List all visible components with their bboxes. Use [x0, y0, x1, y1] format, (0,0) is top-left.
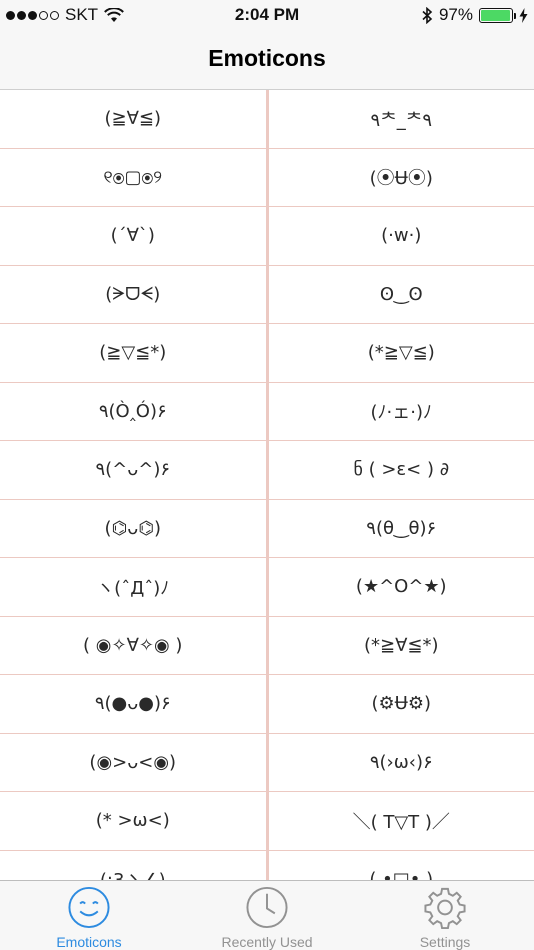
emoticon-cell[interactable]: ( •□• )	[269, 851, 534, 880]
clock-icon	[246, 886, 288, 929]
emoticon-row: ୧⦿▢⦿୨ (⦿Ʉ⦿)	[0, 148, 534, 207]
page-title: Emoticons	[208, 45, 326, 71]
emoticon-cell[interactable]: (⚙Ʉ⚙)	[269, 675, 534, 733]
emoticon-row: (⌬ᴗ⌬) ٩(θ‿θ)۶	[0, 499, 534, 558]
emoticon-row: (ᗒᗜᗕ) ʘ‿ʘ	[0, 265, 534, 324]
navigation-bar: Emoticons	[0, 30, 534, 90]
emoticon-row: (:3ゝ∠)( •□• )	[0, 850, 534, 880]
emoticon-grid: (≧∀≦) ٩ᄎ_ᄎ٩ ୧⦿▢⦿୨ (⦿Ʉ⦿) (´∀`) (·w·) (ᗒᗜᗕ) ʘ‿ʘ (≧…	[0, 90, 534, 880]
emoticon-cell[interactable]: (:3ゝ∠)	[0, 850, 269, 880]
emoticon-cell[interactable]: ٩(θ‿θ)۶	[269, 500, 534, 558]
emoticon-row: (* >ω<) ＼( T▽T )／	[0, 792, 534, 851]
emoticon-cell[interactable]: ٩(Ò‸Ó)۶	[0, 382, 269, 440]
emoticon-row: (≧▽≦*) (*≧▽≦)	[0, 324, 534, 383]
tab-recently-used-label: Recently Used	[221, 934, 313, 950]
tab-emoticons[interactable]: Emoticons	[0, 881, 178, 950]
emoticon-cell[interactable]: ୧⦿▢⦿୨	[0, 148, 269, 206]
emoticon-cell[interactable]: (◉>ᴗ<◉)	[0, 733, 269, 791]
tab-settings[interactable]: Settings	[356, 881, 534, 950]
tab-recently-used[interactable]: Recently Used	[178, 881, 356, 950]
emoticon-row: ٩(●ᴗ●)۶ (⚙Ʉ⚙)	[0, 675, 534, 734]
emoticon-cell[interactable]: ნ ( >ε< ) ∂	[269, 441, 534, 499]
emoticon-cell[interactable]: (*≧▽≦)	[269, 324, 534, 382]
emoticon-row: ヽ(ˆДˆ)ﾉ (★^O^★)	[0, 558, 534, 617]
emoticon-row: ٩(^ᴗ^)۶ ნ ( >ε< ) ∂	[0, 441, 534, 500]
emoticon-cell[interactable]: ٩(›ω‹)۶	[269, 734, 534, 792]
emoticon-cell[interactable]: (´∀`)	[0, 207, 269, 265]
battery-icon	[479, 7, 516, 23]
emoticon-cell[interactable]: (≧▽≦*)	[0, 324, 269, 382]
emoticon-cell[interactable]: (·w·)	[269, 207, 534, 265]
emoticon-cell[interactable]: (≧∀≦)	[0, 90, 269, 148]
emoticon-cell[interactable]: ٩(^ᴗ^)۶	[0, 441, 269, 499]
tab-settings-label: Settings	[419, 934, 471, 950]
status-bar: SKT 2:04 PM 97%	[0, 0, 534, 30]
emoticon-cell[interactable]: ヽ(ˆДˆ)ﾉ	[0, 558, 269, 616]
tab-emoticons-label: Emoticons	[56, 934, 122, 950]
tab-bar: Emoticons Recently Used Settings	[0, 880, 534, 950]
emoticon-cell[interactable]: (⌬ᴗ⌬)	[0, 499, 269, 557]
emoticon-cell[interactable]: ٩ᄎ_ᄎ٩	[269, 90, 534, 148]
smiley-face-icon	[68, 886, 110, 929]
emoticon-row: (≧∀≦) ٩ᄎ_ᄎ٩	[0, 90, 534, 149]
status-right: 97%	[422, 5, 528, 25]
emoticon-cell[interactable]: (*≧∀≦*)	[269, 617, 534, 675]
emoticon-cell[interactable]: (★^O^★)	[269, 558, 534, 616]
gear-icon	[424, 887, 466, 930]
emoticon-cell[interactable]: (* >ω<)	[0, 792, 269, 850]
emoticon-row: (◉>ᴗ<◉) ٩(›ω‹)۶	[0, 733, 534, 792]
emoticon-row: ٩(Ò‸Ó)۶ (ﾉ·ェ·)ﾉ	[0, 382, 534, 441]
emoticon-cell[interactable]: ＼( T▽T )／	[269, 792, 534, 850]
emoticon-cell[interactable]: ( ◉✧∀✧◉ )	[0, 616, 269, 674]
emoticon-cell[interactable]: (⦿Ʉ⦿)	[269, 149, 534, 207]
emoticon-cell[interactable]: ʘ‿ʘ	[269, 266, 534, 324]
bluetooth-icon	[422, 6, 433, 24]
battery-percent: 97%	[438, 5, 473, 24]
emoticon-cell[interactable]: ٩(●ᴗ●)۶	[0, 675, 269, 733]
charging-bolt-icon	[519, 7, 528, 23]
emoticon-cell[interactable]: (ﾉ·ェ·)ﾉ	[269, 383, 534, 441]
emoticon-cell[interactable]: (ᗒᗜᗕ)	[0, 265, 269, 323]
emoticon-row: ( ◉✧∀✧◉ ) (*≧∀≦*)	[0, 616, 534, 675]
emoticon-row: (´∀`) (·w·)	[0, 207, 534, 266]
